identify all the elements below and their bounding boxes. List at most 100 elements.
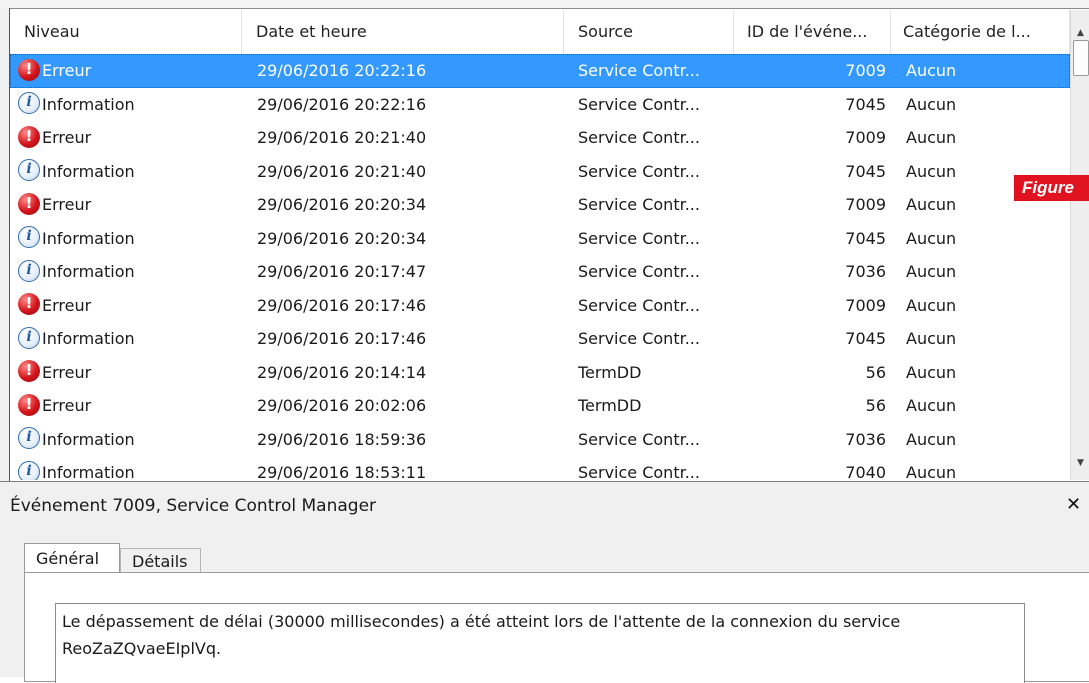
error-icon: ! [18, 293, 40, 315]
cell-category: Aucun [906, 362, 957, 382]
level-label: Erreur [42, 128, 92, 147]
window-top-border [0, 0, 1089, 9]
cell-date: 29/06/2016 20:21:40 [257, 128, 427, 147]
cell-event-id: 7045 [845, 94, 886, 114]
cell-date: 29/06/2016 18:59:36 [257, 429, 427, 449]
close-icon[interactable]: ✕ [1066, 494, 1081, 515]
cell-level: i Information [18, 155, 238, 189]
column-header-source[interactable]: Source [564, 10, 734, 54]
table-row[interactable]: ! Erreur 29/06/2016 20:22:16 Service Contr.… [10, 54, 1070, 88]
column-header-row: Niveau Date et heure Source ID de l'évén… [10, 10, 1070, 55]
level-label: Information [42, 94, 135, 114]
column-header-category[interactable]: Catégorie de l... [891, 10, 1070, 54]
column-header-event-id[interactable]: ID de l'événe... [734, 10, 891, 54]
cell-source: Service Contr... [578, 161, 700, 181]
cell-category: Aucun [906, 396, 957, 415]
table-row[interactable]: ! Erreur 29/06/2016 20:14:14 TermDD 56 Aucun [10, 356, 1070, 390]
cell-category: Aucun [906, 262, 957, 281]
info-icon: i [18, 427, 40, 449]
scrollbar-thumb[interactable] [1073, 40, 1089, 76]
event-list[interactable]: Niveau Date et heure Source ID de l'évén… [10, 10, 1070, 480]
info-icon: i [18, 226, 40, 248]
cell-level: i Information [18, 222, 238, 256]
cell-event-id: 7045 [845, 161, 886, 181]
error-icon: ! [18, 360, 40, 382]
cell-category: Aucun [906, 295, 957, 315]
table-row[interactable]: ! Erreur 29/06/2016 20:21:40 Service Contr.… [10, 121, 1070, 155]
detail-title: Événement 7009, Service Control Manager [10, 496, 377, 516]
event-detail-pane: Événement 7009, Service Control Manager … [0, 481, 1089, 683]
cell-event-id: 7040 [845, 463, 886, 480]
table-row[interactable]: i Information 29/06/2016 18:53:11 Service C… [10, 456, 1070, 480]
cell-level: ! Erreur [18, 289, 238, 323]
cell-source: Service Contr... [578, 94, 700, 114]
cell-source: TermDD [578, 362, 642, 382]
level-label: Erreur [42, 295, 92, 315]
column-header-level[interactable]: Niveau [10, 10, 242, 54]
scroll-down-arrow-icon[interactable]: ▼ [1071, 454, 1089, 472]
cell-source: Service Contr... [578, 128, 700, 147]
cell-category: Aucun [906, 329, 957, 348]
cell-source: Service Contr... [578, 429, 700, 449]
cell-date: 29/06/2016 20:20:34 [257, 228, 427, 248]
cell-date: 29/06/2016 18:53:11 [257, 463, 427, 480]
vertical-scrollbar[interactable]: ▲ ▼ [1070, 10, 1089, 480]
cell-date: 29/06/2016 20:17:46 [257, 329, 427, 348]
level-label: Erreur [42, 362, 92, 382]
cell-level: i Information [18, 322, 238, 356]
window-left-border [0, 8, 10, 488]
table-row[interactable]: ! Erreur 29/06/2016 20:02:06 TermDD 56 Aucun [10, 389, 1070, 423]
cell-event-id: 7036 [845, 429, 886, 449]
cell-date: 29/06/2016 20:20:34 [257, 195, 427, 214]
cell-date: 29/06/2016 20:14:14 [257, 362, 427, 382]
cell-level: ! Erreur [18, 121, 238, 155]
cell-level: i Information [18, 255, 238, 289]
error-icon: ! [18, 192, 40, 215]
cell-level: i Information [18, 423, 238, 457]
tab-panel-general: Le dépassement de délai (30000 milliseco… [24, 572, 1089, 683]
level-label: Information [42, 228, 135, 248]
cell-level: ! Erreur [18, 188, 238, 222]
cell-category: Aucun [906, 61, 957, 80]
table-row[interactable]: ! Erreur 29/06/2016 20:20:34 Service Contr.… [10, 188, 1070, 222]
event-message[interactable]: Le dépassement de délai (30000 milliseco… [55, 603, 1025, 683]
cell-category: Aucun [906, 429, 957, 449]
cell-event-id: 7045 [845, 329, 886, 348]
cell-event-id: 56 [865, 396, 886, 415]
tab-details[interactable]: Détails [120, 548, 201, 573]
cell-level: i Information [18, 456, 238, 480]
column-header-date[interactable]: Date et heure [242, 10, 564, 54]
error-icon: ! [18, 58, 40, 81]
table-row[interactable]: i Information 29/06/2016 20:21:40 Service C… [10, 155, 1070, 189]
error-icon: ! [18, 125, 40, 148]
cell-event-id: 7045 [845, 228, 886, 248]
error-icon: ! [18, 393, 40, 416]
level-label: Information [42, 262, 135, 281]
level-label: Information [42, 329, 135, 348]
cell-category: Aucun [906, 463, 957, 480]
table-row[interactable]: i Information 29/06/2016 20:22:16 Service C… [10, 88, 1070, 122]
tab-general[interactable]: Général [24, 543, 120, 573]
cell-event-id: 7009 [845, 195, 886, 214]
cell-date: 29/06/2016 20:02:06 [257, 396, 427, 415]
level-label: Erreur [42, 195, 92, 214]
cell-event-id: 7009 [845, 128, 886, 147]
event-rows: ! Erreur 29/06/2016 20:22:16 Service Contr.… [10, 54, 1070, 480]
table-row[interactable]: i Information 29/06/2016 20:20:34 Service C… [10, 222, 1070, 256]
table-row[interactable]: i Information 29/06/2016 20:17:47 Service C… [10, 255, 1070, 289]
cell-date: 29/06/2016 20:22:16 [257, 61, 427, 80]
cell-source: Service Contr... [578, 329, 700, 348]
cell-date: 29/06/2016 20:22:16 [257, 94, 427, 114]
table-row[interactable]: i Information 29/06/2016 20:17:46 Service C… [10, 322, 1070, 356]
level-label: Erreur [42, 396, 92, 415]
cell-event-id: 7009 [845, 61, 886, 80]
cell-category: Aucun [906, 128, 957, 147]
info-icon: i [18, 326, 40, 349]
level-label: Erreur [42, 61, 92, 80]
cell-date: 29/06/2016 20:17:47 [257, 262, 427, 281]
level-label: Information [42, 161, 135, 181]
cell-category: Aucun [906, 94, 957, 114]
cell-level: ! Erreur [18, 54, 238, 88]
table-row[interactable]: ! Erreur 29/06/2016 20:17:46 Service Contr.… [10, 289, 1070, 323]
table-row[interactable]: i Information 29/06/2016 18:59:36 Service C… [10, 423, 1070, 457]
